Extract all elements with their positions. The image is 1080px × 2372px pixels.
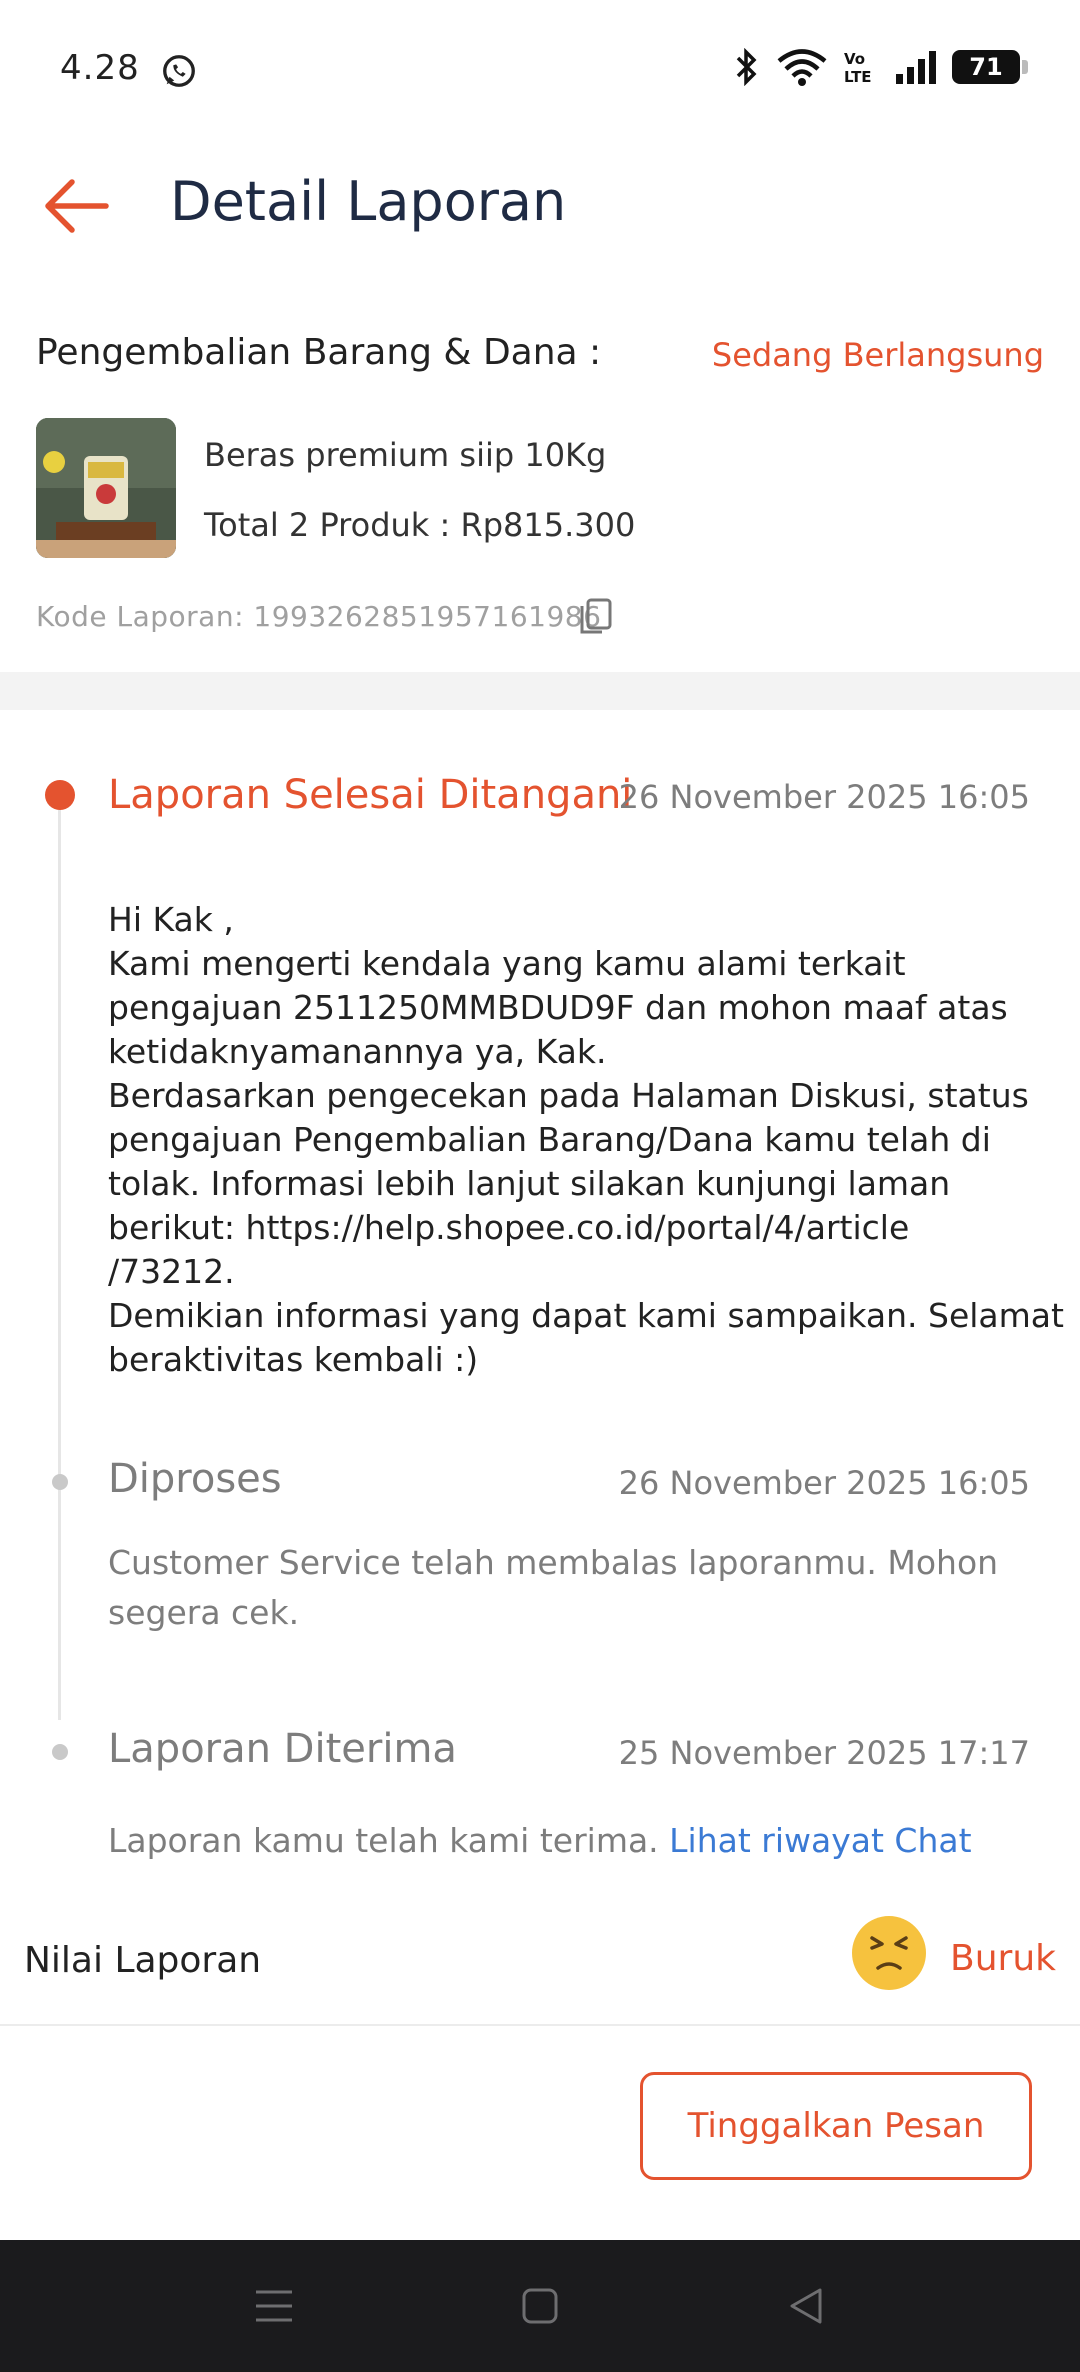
battery-level: 71 xyxy=(969,53,1003,81)
signal-icon xyxy=(896,51,936,84)
message-line: berikut: https://help.shopee.co.id/porta… xyxy=(108,1208,910,1247)
event-message: Hi Kak , Kami mengerti kendala yang kamu… xyxy=(108,898,1064,1382)
svg-text:LTE: LTE xyxy=(844,68,872,86)
rating-label: Nilai Laporan xyxy=(24,1940,262,1981)
message-line: ketidaknyamanannya ya, Kak. xyxy=(108,1032,607,1071)
message-line: /73212. xyxy=(108,1252,235,1291)
sad-face-icon xyxy=(852,1916,926,1990)
product-thumbnail[interactable] xyxy=(36,418,176,558)
message-text: Laporan kamu telah kami terima. xyxy=(108,1821,659,1860)
back-button[interactable] xyxy=(36,166,116,246)
leave-message-button[interactable]: Tinggalkan Pesan xyxy=(640,2072,1032,2180)
event-title: Laporan Selesai Ditangani xyxy=(108,772,633,818)
event-title: Laporan Diterima xyxy=(108,1726,457,1772)
report-rating: Nilai Laporan Buruk xyxy=(0,1916,1080,2026)
system-nav-bar xyxy=(0,2240,1080,2372)
report-code: Kode Laporan: 1993262851957161986 xyxy=(36,600,602,633)
copy-icon[interactable] xyxy=(578,596,614,636)
event-time: 26 November 2025 16:05 xyxy=(618,778,1030,816)
event-title: Diproses xyxy=(108,1456,282,1502)
return-type-label: Pengembalian Barang & Dana : xyxy=(36,332,602,373)
message-line: segera cek. xyxy=(108,1593,300,1632)
timeline-line xyxy=(58,800,61,1720)
battery-icon: 71 xyxy=(952,50,1028,84)
event-time: 25 November 2025 17:17 xyxy=(618,1734,1030,1772)
home-nav-button[interactable] xyxy=(510,2276,570,2336)
return-status: Sedang Berlangsung xyxy=(711,336,1044,374)
message-line: Hi Kak , xyxy=(108,900,234,939)
wifi-icon xyxy=(777,49,827,86)
timeline-dot xyxy=(52,1474,68,1490)
svg-text:Vo: Vo xyxy=(844,50,865,68)
status-time: 4.28 xyxy=(60,48,140,88)
message-line: Customer Service telah membalas laporanm… xyxy=(108,1543,999,1582)
section-divider xyxy=(0,672,1080,710)
product-name: Beras premium siip 10Kg xyxy=(204,436,607,474)
message-line: beraktivitas kembali :) xyxy=(108,1340,479,1379)
chat-history-link[interactable]: Lihat riwayat Chat xyxy=(669,1821,971,1860)
app-header: Detail Laporan xyxy=(0,140,1080,270)
timeline-dot xyxy=(52,1744,68,1760)
back-nav-button[interactable] xyxy=(776,2276,836,2336)
message-line: pengajuan 2511250MMBDUD9F dan mohon maaf… xyxy=(108,988,1008,1027)
message-line: Kami mengerti kendala yang kamu alami te… xyxy=(108,944,906,983)
message-line: Berdasarkan pengecekan pada Halaman Disk… xyxy=(108,1076,1029,1115)
event-time: 26 November 2025 16:05 xyxy=(618,1464,1030,1502)
bluetooth-icon xyxy=(736,48,757,86)
timeline-dot-active xyxy=(45,780,75,810)
report-timeline: Laporan Selesai Ditangani 26 November 20… xyxy=(0,710,1080,1880)
message-line: pengajuan Pengembalian Barang/Dana kamu … xyxy=(108,1120,991,1159)
message-line: Demikian informasi yang dapat kami sampa… xyxy=(108,1296,1064,1335)
status-bar: 4.28 Vo LTE 71 xyxy=(0,0,1080,140)
menu-icon xyxy=(256,2290,292,2322)
message-line: tolak. Informasi lebih lanjut silakan ku… xyxy=(108,1164,951,1203)
whatsapp-icon xyxy=(163,55,195,87)
product-total: Total 2 Produk : Rp815.300 xyxy=(204,506,636,544)
page-title: Detail Laporan xyxy=(170,170,567,233)
event-message: Laporan kamu telah kami terima. Lihat ri… xyxy=(108,1816,1008,1866)
event-message: Customer Service telah membalas laporanm… xyxy=(108,1538,1008,1638)
report-summary: Pengembalian Barang & Dana : Sedang Berl… xyxy=(0,300,1080,672)
rating-value: Buruk xyxy=(950,1938,1056,1979)
volte-icon: Vo LTE xyxy=(844,50,872,86)
product-image xyxy=(36,418,176,558)
arrow-left-icon xyxy=(45,179,109,233)
home-icon xyxy=(522,2288,558,2324)
menu-nav-button[interactable] xyxy=(244,2276,304,2336)
status-icons: Vo LTE 71 xyxy=(732,48,1028,86)
triangle-back-icon xyxy=(790,2288,822,2324)
bottom-action-bar: Tinggalkan Pesan xyxy=(0,2026,1080,2240)
